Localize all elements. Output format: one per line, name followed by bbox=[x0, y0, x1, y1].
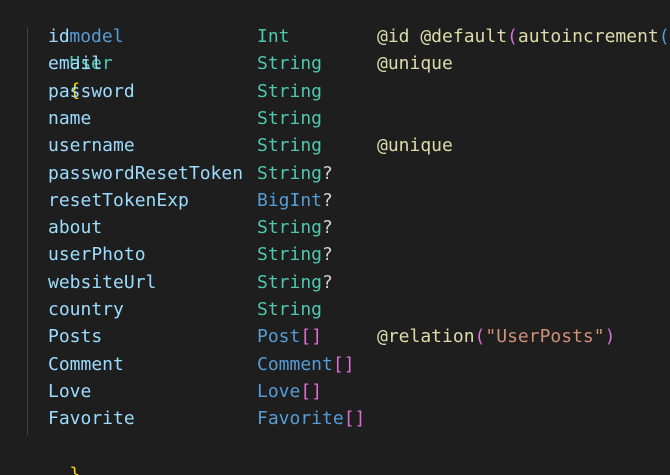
field-line[interactable]: websiteUrl String? bbox=[0, 269, 670, 296]
field-line[interactable]: password String bbox=[0, 78, 670, 105]
field-type: String bbox=[257, 135, 323, 157]
type-modifier: [] bbox=[332, 353, 355, 375]
attribute-argument: "UserPosts" bbox=[485, 326, 605, 348]
field-type-group: String bbox=[257, 132, 322, 159]
field-line[interactable]: Favorite Favorite[] bbox=[0, 405, 670, 432]
field-type-group: Int bbox=[257, 23, 290, 50]
field-name: name bbox=[48, 107, 92, 129]
field-attributes: @relation("UserPosts") bbox=[377, 323, 615, 350]
field-type: Favorite bbox=[257, 408, 344, 430]
field-line[interactable]: userPhoto String? bbox=[0, 241, 670, 268]
field-type: Int bbox=[257, 26, 290, 47]
field-type-group: String? bbox=[257, 269, 333, 296]
field-type-group: Comment[] bbox=[257, 351, 355, 378]
field-type: Love bbox=[257, 380, 301, 402]
field-name: Favorite bbox=[48, 408, 135, 430]
type-modifier: [] bbox=[300, 326, 323, 348]
field-attributes: @id @default(autoincrement( bbox=[377, 23, 670, 50]
field-line[interactable]: about String? bbox=[0, 214, 670, 241]
field-name: websiteUrl bbox=[48, 271, 157, 293]
field-name: email bbox=[48, 53, 103, 75]
field-name: about bbox=[48, 217, 103, 239]
field-type: String bbox=[257, 271, 323, 293]
field-type-group: Love[] bbox=[257, 378, 322, 405]
close-brace: } bbox=[69, 464, 81, 475]
field-type: String bbox=[257, 53, 323, 75]
field-type: BigInt bbox=[257, 189, 323, 211]
attribute-close-paren: ) bbox=[604, 326, 616, 348]
type-modifier: [] bbox=[343, 408, 366, 430]
field-name: password bbox=[48, 80, 135, 102]
field-type: String bbox=[257, 299, 323, 320]
field-type-group: Post[] bbox=[257, 323, 322, 350]
attribute-name: @relation bbox=[377, 326, 475, 348]
code-editor[interactable]: model User { id Int @id @default(autoincre… bbox=[0, 0, 670, 475]
field-name: Comment bbox=[48, 353, 124, 375]
type-modifier: ? bbox=[322, 244, 333, 266]
field-line[interactable]: id Int @id @default(autoincrement( bbox=[0, 23, 670, 50]
field-name: id bbox=[48, 26, 70, 47]
attribute-argument: autoincrement bbox=[517, 26, 659, 47]
field-type-group: BigInt? bbox=[257, 187, 333, 214]
field-line[interactable]: username String @unique bbox=[0, 132, 670, 159]
field-name: passwordResetToken bbox=[48, 162, 244, 184]
field-type: String bbox=[257, 162, 323, 184]
field-type-group: String? bbox=[257, 241, 333, 268]
field-type-group: Favorite[] bbox=[257, 405, 365, 432]
type-modifier: ? bbox=[322, 217, 333, 239]
field-type: String bbox=[257, 80, 323, 102]
field-type-group: String? bbox=[257, 214, 333, 241]
field-type-group: String bbox=[257, 50, 322, 77]
field-name: country bbox=[48, 299, 124, 320]
field-line[interactable]: name String bbox=[0, 105, 670, 132]
field-line[interactable]: Posts Post[] @relation("UserPosts") bbox=[0, 323, 670, 350]
type-modifier: ? bbox=[322, 162, 333, 184]
field-type: Post bbox=[257, 326, 301, 348]
field-line[interactable]: Comment Comment[] bbox=[0, 351, 670, 378]
field-line[interactable]: Love Love[] bbox=[0, 378, 670, 405]
closing-brace-line[interactable]: } bbox=[26, 434, 80, 475]
model-declaration-line[interactable]: model User { bbox=[26, 0, 123, 101]
field-name: userPhoto bbox=[48, 244, 146, 266]
field-line[interactable]: email String @unique bbox=[0, 50, 670, 77]
attribute-open-paren: ( bbox=[507, 26, 518, 47]
field-type-group: String bbox=[257, 296, 322, 323]
attribute-name: @unique bbox=[377, 53, 453, 75]
field-type: String bbox=[257, 217, 323, 239]
type-modifier: ? bbox=[322, 271, 333, 293]
field-line[interactable]: resetTokenExp BigInt? bbox=[0, 187, 670, 214]
field-type-group: String? bbox=[257, 160, 333, 187]
field-line[interactable]: passwordResetToken String? bbox=[0, 160, 670, 187]
field-name: Love bbox=[48, 380, 92, 402]
field-type: String bbox=[257, 107, 323, 129]
field-type: Comment bbox=[257, 353, 333, 375]
attribute-close-paren: ( bbox=[658, 26, 670, 47]
attribute-name: @id @default bbox=[377, 26, 508, 47]
field-type-group: String bbox=[257, 78, 322, 105]
field-type: String bbox=[257, 244, 323, 266]
field-line[interactable]: country String bbox=[0, 296, 670, 323]
attribute-open-paren: ( bbox=[474, 326, 486, 348]
type-modifier: ? bbox=[322, 189, 333, 211]
field-name: resetTokenExp bbox=[48, 189, 189, 211]
attribute-name: @unique bbox=[377, 135, 453, 157]
field-type-group: String bbox=[257, 105, 322, 132]
field-attributes: @unique bbox=[377, 50, 453, 77]
field-attributes: @unique bbox=[377, 132, 453, 159]
field-name: Posts bbox=[48, 326, 103, 348]
type-modifier: [] bbox=[300, 380, 323, 402]
field-name: username bbox=[48, 135, 135, 157]
